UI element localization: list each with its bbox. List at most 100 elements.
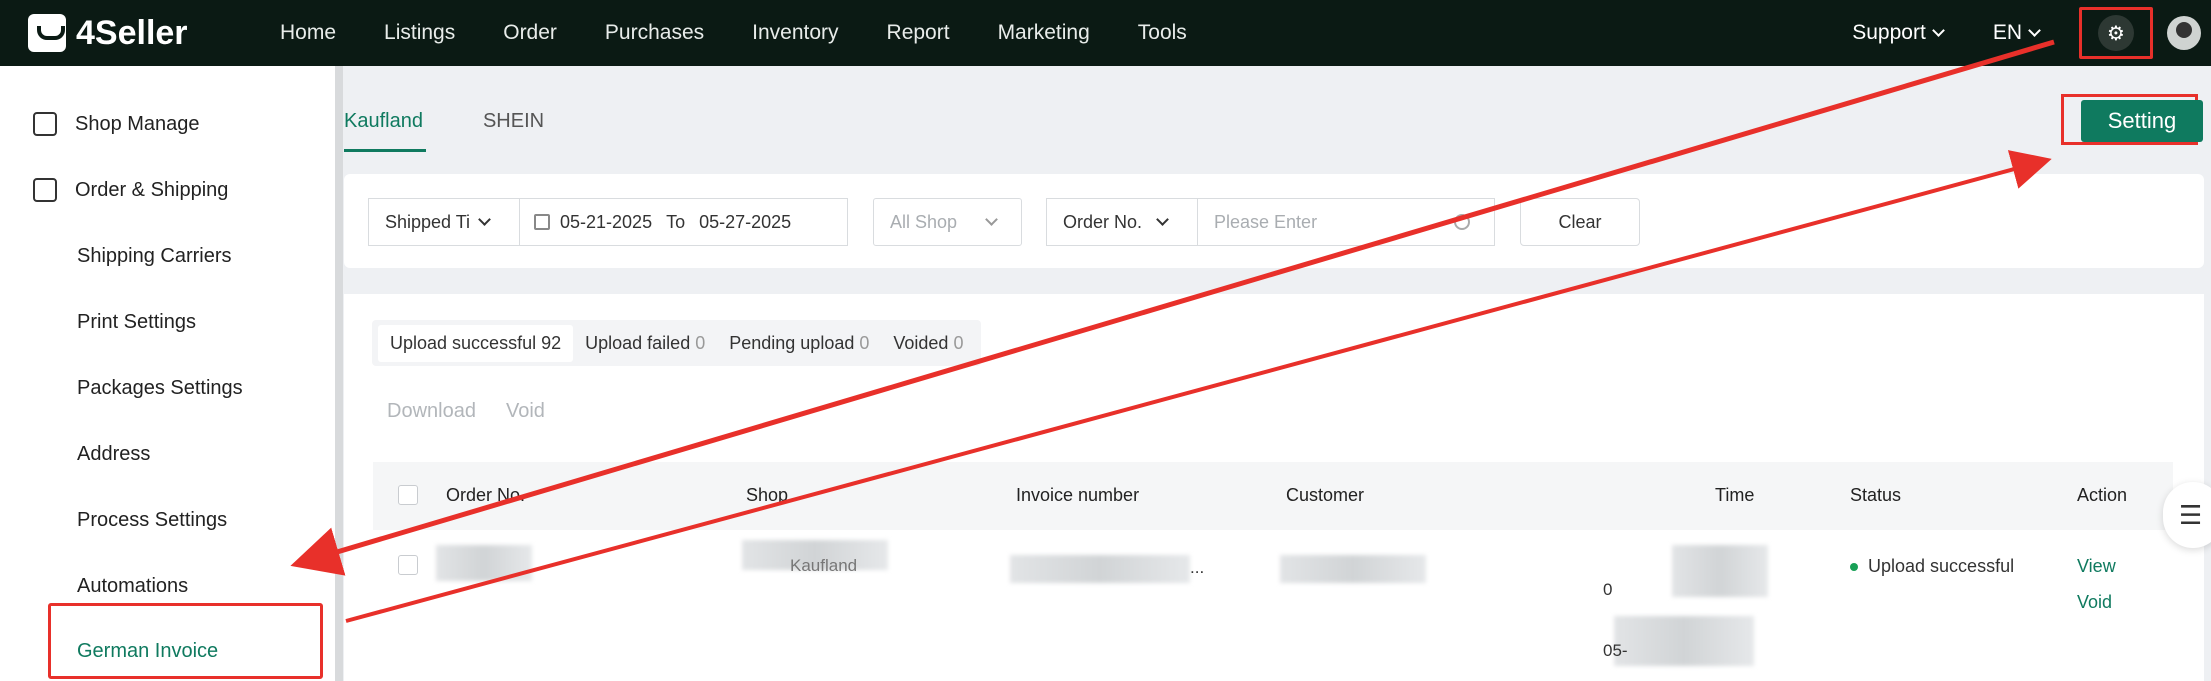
top-navigation-bar: 4Seller Home Listings Order Purchases In… [0, 0, 2211, 66]
sidebar-item-print-settings[interactable]: Print Settings [77, 302, 196, 342]
sidebar-group-label: Order & Shipping [75, 178, 229, 201]
invoice-number-ellipsis: ... [1190, 558, 1205, 577]
sidebar-item-process-settings[interactable]: Process Settings [77, 500, 227, 540]
status-tab-upload-failed[interactable]: Upload failed 0 [573, 325, 717, 362]
chevron-down-icon [1156, 213, 1169, 226]
chevron-down-icon [2028, 24, 2041, 37]
search-icon [1454, 214, 1470, 230]
column-header-invoice-number: Invoice number [1016, 485, 1140, 505]
sidebar-group-label: Shop Manage [75, 112, 200, 135]
chevron-down-icon [1931, 24, 1945, 37]
shop-select[interactable]: All Shop [873, 198, 1022, 246]
status-tab-voided[interactable]: Voided 0 [881, 325, 975, 362]
main-nav: Home Listings Order Purchases Inventory … [280, 0, 1235, 66]
logo[interactable]: 4Seller [28, 12, 188, 54]
support-menu[interactable]: Support [1852, 21, 1945, 45]
sidebar-item-packages-settings[interactable]: Packages Settings [77, 368, 243, 408]
calendar-icon [534, 214, 550, 230]
sidebar-group-shop-manage[interactable]: Shop Manage [0, 104, 200, 144]
status-dot-icon [1850, 562, 1858, 571]
bulk-actions: Download Void [387, 400, 545, 423]
status-badge: Upload successful [1850, 556, 2014, 577]
blurred-customer [1280, 555, 1426, 583]
shop-value: All Shop [890, 211, 958, 232]
nav-tools[interactable]: Tools [1138, 21, 1187, 45]
time-type-value: Shipped Ti [385, 211, 471, 232]
void-link[interactable]: Void [2077, 592, 2112, 613]
time-type-select[interactable]: Shipped Ti [368, 198, 520, 246]
gear-icon[interactable]: ⚙ [2098, 15, 2134, 51]
view-link[interactable]: View [2077, 556, 2116, 577]
nav-report[interactable]: Report [887, 21, 950, 45]
blurred-order-no [436, 545, 532, 581]
tab-shein[interactable]: SHEIN [483, 96, 544, 152]
status-tab-pending-upload[interactable]: Pending upload 0 [717, 325, 881, 362]
nav-inventory[interactable]: Inventory [752, 21, 838, 45]
bag-icon [33, 178, 57, 202]
german-invoice-highlight-box [48, 603, 323, 679]
status-tab-upload-successful[interactable]: Upload successful 92 [378, 324, 574, 362]
avatar[interactable] [2167, 16, 2201, 50]
void-bulk-button[interactable]: Void [506, 400, 545, 423]
nav-marketing[interactable]: Marketing [998, 21, 1090, 45]
blurred-time-1 [1672, 545, 1768, 597]
sidebar-item-automations[interactable]: Automations [77, 566, 188, 606]
status-tab-count: 92 [541, 332, 562, 353]
status-tab-label: Voided [893, 332, 949, 353]
table-header [373, 462, 2173, 530]
support-label: Support [1852, 21, 1926, 44]
tab-kaufland[interactable]: Kaufland [344, 96, 426, 152]
status-tab-label: Pending upload [729, 332, 855, 353]
date-to: 05-27-2025 [699, 211, 792, 232]
settings-highlight-box: ⚙ [2079, 7, 2153, 59]
language-label: EN [1992, 21, 2022, 44]
column-header-shop: Shop [746, 485, 789, 505]
search-type-select[interactable]: Order No. [1046, 198, 1198, 246]
status-tab-label: Upload successful [390, 332, 537, 353]
date-to-label: To [666, 211, 686, 232]
status-tabs: Upload successful 92 Upload failed 0 Pen… [372, 320, 982, 366]
chevron-down-icon [478, 213, 491, 226]
platform-tabs: Kaufland SHEIN [344, 96, 604, 152]
setting-button[interactable]: Setting [2081, 100, 2203, 142]
search-list-float-icon[interactable]: ☰ [2163, 482, 2211, 548]
search-input[interactable]: Please Enter [1197, 198, 1495, 246]
column-header-status: Status [1850, 485, 1902, 505]
row-checkbox[interactable] [398, 555, 418, 575]
sidebar-scrollbar[interactable] [335, 66, 343, 681]
status-tab-count: 0 [859, 332, 870, 353]
column-header-time: Time [1715, 485, 1755, 505]
top-right-controls: Support EN ⚙ [1852, 0, 2211, 66]
date-range-picker[interactable]: 05-21-2025 To 05-27-2025 [519, 198, 848, 246]
shop-name-fragment: Kaufland [790, 556, 858, 575]
nav-listings[interactable]: Listings [384, 21, 455, 45]
nav-order[interactable]: Order [503, 21, 557, 45]
sidebar-item-shipping-carriers[interactable]: Shipping Carriers [77, 236, 232, 276]
blurred-time-2 [1614, 616, 1754, 666]
status-tab-label: Upload failed [585, 332, 691, 353]
shop-icon [33, 112, 57, 136]
status-text: Upload successful [1868, 556, 2015, 576]
logo-text: 4Seller [76, 13, 188, 52]
clear-button[interactable]: Clear [1520, 198, 1640, 246]
blurred-invoice-number [1010, 555, 1190, 583]
download-button[interactable]: Download [387, 400, 476, 423]
time-line-1-prefix: 0 [1603, 580, 1613, 599]
logo-bag-icon [28, 14, 66, 52]
date-from: 05-21-2025 [560, 211, 653, 232]
nav-home[interactable]: Home [280, 21, 336, 45]
column-header-customer: Customer [1286, 485, 1365, 505]
sidebar-group-order-shipping[interactable]: Order & Shipping [0, 170, 228, 210]
nav-purchases[interactable]: Purchases [605, 21, 704, 45]
chevron-down-icon [985, 213, 998, 226]
column-header-action: Action [2077, 485, 2128, 505]
column-header-order-no: Order No. [446, 485, 526, 505]
select-all-checkbox[interactable] [398, 485, 418, 505]
status-tab-count: 0 [695, 332, 706, 353]
sidebar-item-address[interactable]: Address [77, 434, 150, 474]
search-placeholder: Please Enter [1214, 211, 1318, 232]
search-type-value: Order No. [1063, 211, 1143, 232]
time-line-2-prefix: 05- [1603, 641, 1628, 660]
language-menu[interactable]: EN [1992, 21, 2041, 45]
status-tab-count: 0 [953, 332, 964, 353]
